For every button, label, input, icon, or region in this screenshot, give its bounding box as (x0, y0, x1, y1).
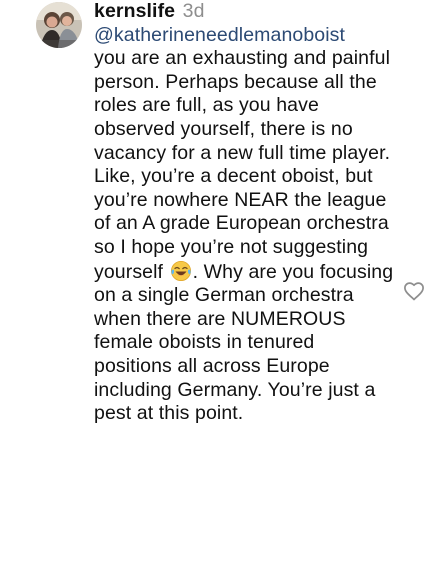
avatar[interactable] (36, 2, 82, 48)
face-with-tears-of-joy-icon (170, 260, 191, 281)
comment-header: kernslife 3d (94, 0, 394, 24)
timestamp[interactable]: 3d (183, 0, 205, 22)
comment-text: @katherineneedlemanoboist you are an exh… (94, 24, 394, 426)
avatar-photo (36, 2, 82, 48)
comment-text-part-2: . Why are you focusing on a single Germa… (94, 260, 394, 425)
username[interactable]: kernslife (94, 0, 175, 22)
comment-body: kernslife 3d @katherineneedlemanoboist y… (94, 0, 394, 426)
comment-text-part-1: you are an exhausting and painful person… (94, 47, 391, 283)
mention-link[interactable]: @katherineneedlemanoboist (94, 24, 345, 46)
comment: kernslife 3d @katherineneedlemanoboist y… (0, 0, 440, 564)
heart-outline-icon[interactable] (403, 281, 425, 301)
